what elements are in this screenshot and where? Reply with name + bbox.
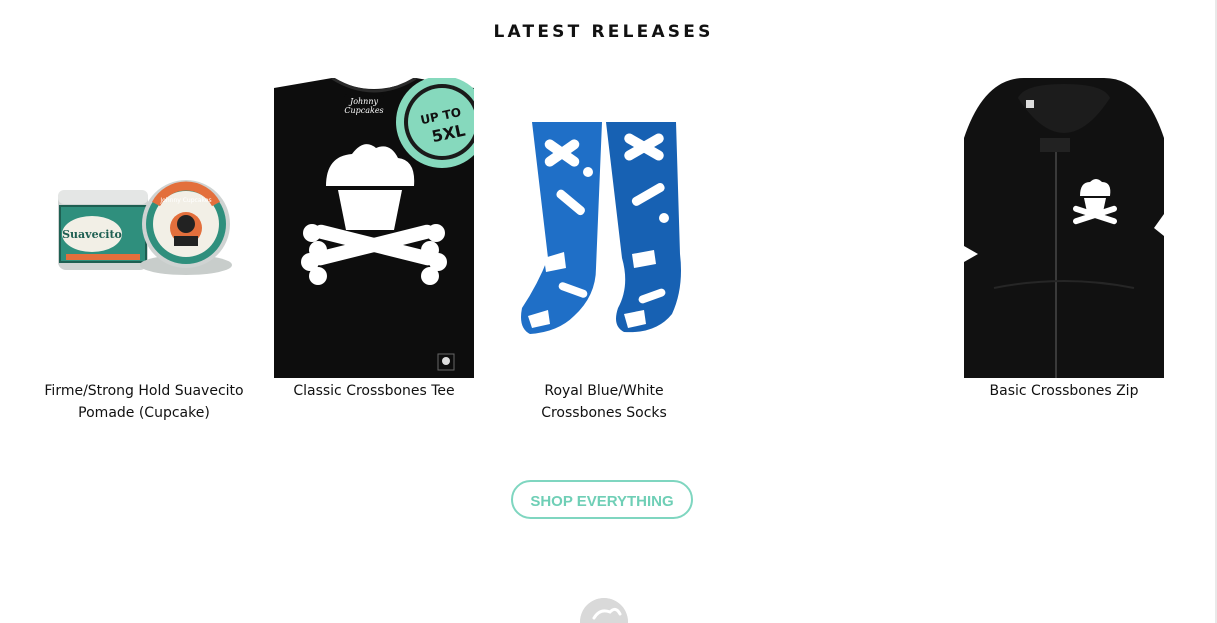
product-card-pomade[interactable]: Suavecito Johnny Cupcakes Firme/Strong H… (44, 78, 244, 424)
product-image-hoodie[interactable] (964, 78, 1164, 378)
product-card-hoodie[interactable]: Basic Crossbones Zip (964, 78, 1164, 402)
pomade-right-label: Johnny Cupcakes (159, 197, 211, 204)
product-image-tee[interactable]: Johnny Cupcakes UP TO 5XL (274, 78, 474, 378)
product-card-socks[interactable]: Royal Blue/White Crossbones Socks (504, 78, 704, 424)
shirt-label-line1: Johnny (348, 97, 378, 106)
product-name[interactable]: Royal Blue/White Crossbones Socks (504, 380, 704, 424)
product-card-tee[interactable]: Johnny Cupcakes UP TO 5XL Classic Crossb… (274, 78, 474, 402)
shop-everything-button[interactable]: SHOP EVERYTHING (511, 480, 693, 519)
product-image-socks[interactable] (504, 78, 704, 378)
product-image-pomade[interactable]: Suavecito Johnny Cupcakes (44, 78, 244, 378)
product-name[interactable]: Classic Crossbones Tee (274, 380, 474, 402)
product-name[interactable]: Basic Crossbones Zip (964, 380, 1164, 402)
product-name[interactable]: Firme/Strong Hold Suavecito Pomade (Cupc… (44, 380, 244, 424)
footer-logo[interactable] (580, 598, 628, 623)
pomade-left-label: Suavecito (62, 228, 122, 241)
section-title: LATEST RELEASES (493, 22, 714, 42)
shirt-label-line2: Cupcakes (344, 106, 383, 115)
